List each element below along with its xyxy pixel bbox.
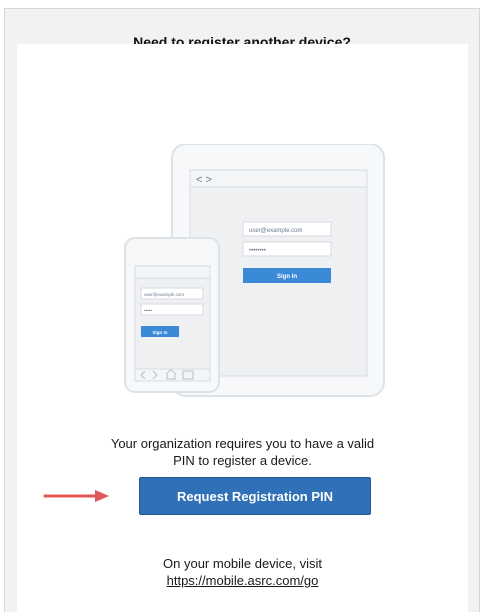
phone-password-text: ••••• bbox=[144, 308, 152, 313]
phone-sign-in-text: Sign In bbox=[153, 330, 168, 335]
pin-requirement-message: Your organization requires you to have a… bbox=[17, 435, 468, 469]
message-line-1: Your organization requires you to have a… bbox=[110, 436, 375, 451]
tablet-sign-in-text: Sign In bbox=[277, 274, 297, 280]
phone-illustration: user@example.com ••••• Sign In bbox=[124, 237, 220, 393]
mobile-visit-note: On your mobile device, visit https://mob… bbox=[17, 555, 468, 589]
code-brackets-icon: < > bbox=[196, 174, 212, 186]
tablet-password-text: •••••••• bbox=[249, 248, 266, 254]
tablet-username-text: user@example.com bbox=[249, 228, 302, 234]
mobile-note-line-1: On your mobile device, visit bbox=[163, 556, 322, 571]
mobile-url-link[interactable]: https://mobile.asrc.com/go bbox=[167, 573, 319, 588]
register-device-panel: Need to register another device? < > use… bbox=[4, 8, 480, 613]
red-arrow-icon bbox=[43, 490, 109, 502]
device-illustration: < > user@example.com •••••••• Sign In us… bbox=[124, 144, 385, 397]
request-registration-pin-button[interactable]: Request Registration PIN bbox=[139, 477, 371, 515]
message-line-2: PIN to register a device. bbox=[173, 453, 312, 468]
phone-username-text: user@example.com bbox=[144, 292, 184, 297]
panel-body: < > user@example.com •••••••• Sign In us… bbox=[17, 44, 468, 613]
